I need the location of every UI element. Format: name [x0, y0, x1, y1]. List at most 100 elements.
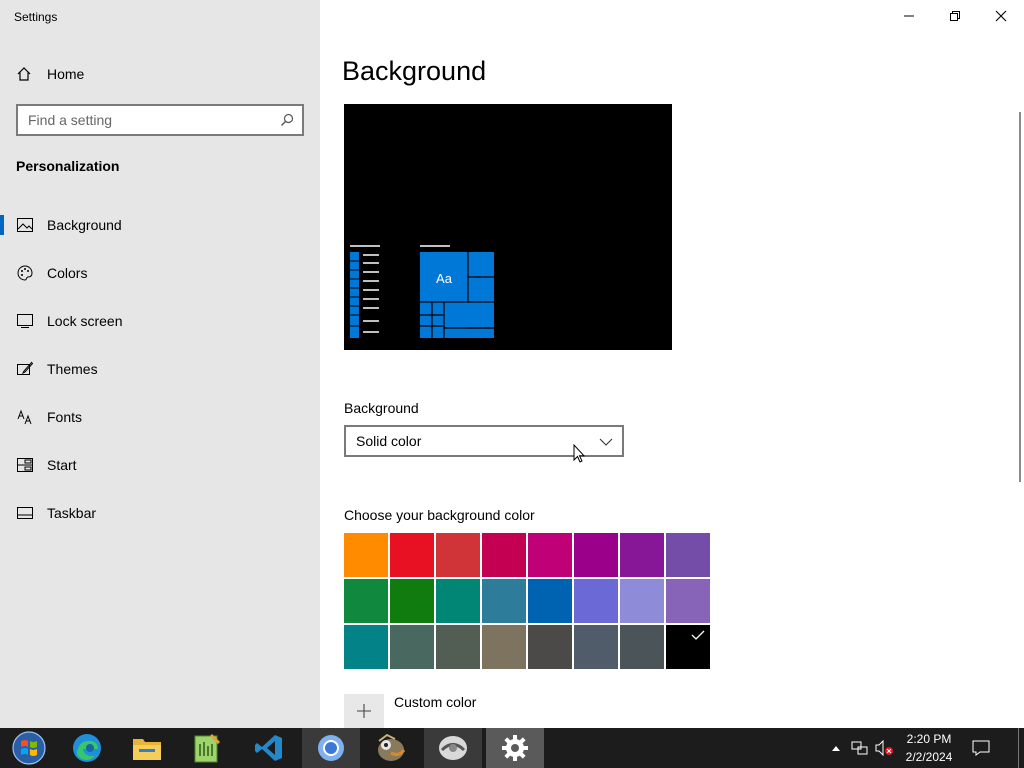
sidebar-item-lock-screen[interactable]: Lock screen — [0, 297, 320, 345]
mouse-cursor-icon — [573, 443, 586, 469]
gear-icon — [502, 735, 528, 761]
clock-date: 2/2/2024 — [905, 750, 953, 764]
home-icon — [16, 66, 32, 82]
color-swatch[interactable] — [528, 579, 572, 623]
color-swatch[interactable] — [482, 533, 526, 577]
dropdown-selected-value: Solid color — [356, 433, 422, 449]
taskbar-clock[interactable]: 2:20 PM 2/2/2024 — [898, 730, 960, 766]
search-input[interactable] — [18, 106, 258, 134]
color-swatch[interactable] — [482, 579, 526, 623]
sidebar-item-label: Fonts — [47, 409, 83, 425]
color-swatch[interactable] — [574, 533, 618, 577]
color-swatch[interactable] — [436, 533, 480, 577]
media-app[interactable] — [424, 728, 482, 768]
color-swatch[interactable] — [482, 625, 526, 669]
color-swatch[interactable] — [620, 579, 664, 623]
color-swatch[interactable] — [620, 533, 664, 577]
restore-button[interactable] — [932, 0, 978, 32]
color-swatch[interactable] — [436, 579, 480, 623]
show-desktop-divider[interactable] — [1018, 728, 1019, 768]
preview-sample-text: Aa — [436, 271, 453, 286]
color-swatch[interactable] — [344, 579, 388, 623]
sidebar-item-label: Taskbar — [47, 505, 97, 521]
sidebar-item-label: Background — [47, 217, 122, 233]
color-swatch[interactable] — [528, 533, 572, 577]
color-swatch[interactable] — [390, 579, 434, 623]
tray-overflow-button[interactable] — [828, 728, 844, 768]
color-swatch[interactable] — [436, 625, 480, 669]
volume-muted-icon — [875, 740, 893, 756]
custom-color-label: Custom color — [394, 694, 477, 710]
search-icon[interactable] — [280, 113, 294, 132]
custom-color-button[interactable]: Custom color — [344, 694, 476, 728]
sidebar-item-label: Colors — [47, 265, 88, 281]
plus-icon-box[interactable] — [344, 694, 384, 728]
edge-icon — [73, 734, 101, 762]
vscode-icon — [255, 735, 282, 761]
close-icon — [995, 10, 1007, 22]
page-title: Background — [342, 56, 487, 86]
notification-icon — [972, 740, 990, 756]
sidebar-item-themes[interactable]: Themes — [0, 345, 320, 393]
color-swatch[interactable] — [528, 625, 572, 669]
sidebar-item-label: Lock screen — [47, 313, 123, 329]
search-field[interactable] — [16, 104, 304, 136]
color-swatch[interactable] — [574, 625, 618, 669]
picture-icon — [17, 217, 33, 233]
color-swatch[interactable] — [666, 579, 710, 623]
sidebar-item-background[interactable]: Background — [0, 201, 320, 249]
color-swatch[interactable] — [666, 625, 710, 669]
volume-tray-button[interactable] — [874, 728, 896, 768]
taskbar-icon — [17, 505, 33, 521]
lock-screen-icon — [17, 313, 33, 329]
folder-icon — [133, 739, 161, 760]
close-button[interactable] — [978, 0, 1024, 32]
start-tiles-icon — [17, 457, 33, 473]
sidebar-item-colors[interactable]: Colors — [0, 249, 320, 297]
sidebar-item-label: Themes — [47, 361, 98, 377]
color-swatch[interactable] — [390, 625, 434, 669]
sidebar-item-fonts[interactable]: Fonts — [0, 393, 320, 441]
start-button[interactable] — [0, 728, 58, 768]
edge-app[interactable] — [58, 728, 116, 768]
restore-icon — [950, 11, 960, 21]
palette-icon — [17, 265, 33, 281]
settings-app[interactable] — [486, 728, 544, 768]
vscode-app[interactable] — [240, 728, 298, 768]
gimp-app[interactable] — [362, 728, 420, 768]
chevron-down-icon — [599, 435, 613, 451]
nav-list: Background Colors Lock screen Themes Fon… — [0, 201, 320, 537]
windows-orb-icon — [12, 731, 46, 765]
font-icon — [17, 409, 33, 425]
app-title: Settings — [14, 10, 58, 24]
color-section-label: Choose your background color — [344, 507, 535, 523]
color-swatch[interactable] — [344, 533, 388, 577]
file-explorer-app[interactable] — [118, 728, 176, 768]
home-nav-item[interactable]: Home — [16, 63, 84, 85]
color-swatch[interactable] — [344, 625, 388, 669]
background-dropdown-label: Background — [344, 400, 419, 416]
color-swatch[interactable] — [666, 533, 710, 577]
chevron-up-icon — [832, 746, 840, 751]
action-center-button[interactable] — [968, 728, 994, 768]
section-title: Personalization — [16, 158, 120, 174]
clock-time: 2:20 PM — [906, 732, 952, 746]
sidebar-item-label: Start — [47, 457, 77, 473]
chrome-icon — [318, 735, 344, 761]
media-player-icon — [439, 736, 467, 760]
sidebar-item-taskbar[interactable]: Taskbar — [0, 489, 320, 537]
vertical-scrollbar[interactable] — [1019, 112, 1021, 482]
background-preview: Aa — [344, 104, 672, 350]
home-label: Home — [47, 66, 85, 82]
network-tray-button[interactable] — [850, 728, 870, 768]
notepad-plus-app[interactable] — [178, 728, 236, 768]
color-swatch[interactable] — [390, 533, 434, 577]
gimp-icon — [378, 733, 406, 761]
color-swatch[interactable] — [574, 579, 618, 623]
notepad-plus-icon — [194, 734, 220, 763]
minimize-button[interactable] — [886, 0, 932, 32]
sidebar-item-start[interactable]: Start — [0, 441, 320, 489]
chrome-app[interactable] — [302, 728, 360, 768]
color-swatch[interactable] — [620, 625, 664, 669]
color-swatch-grid — [344, 533, 712, 669]
